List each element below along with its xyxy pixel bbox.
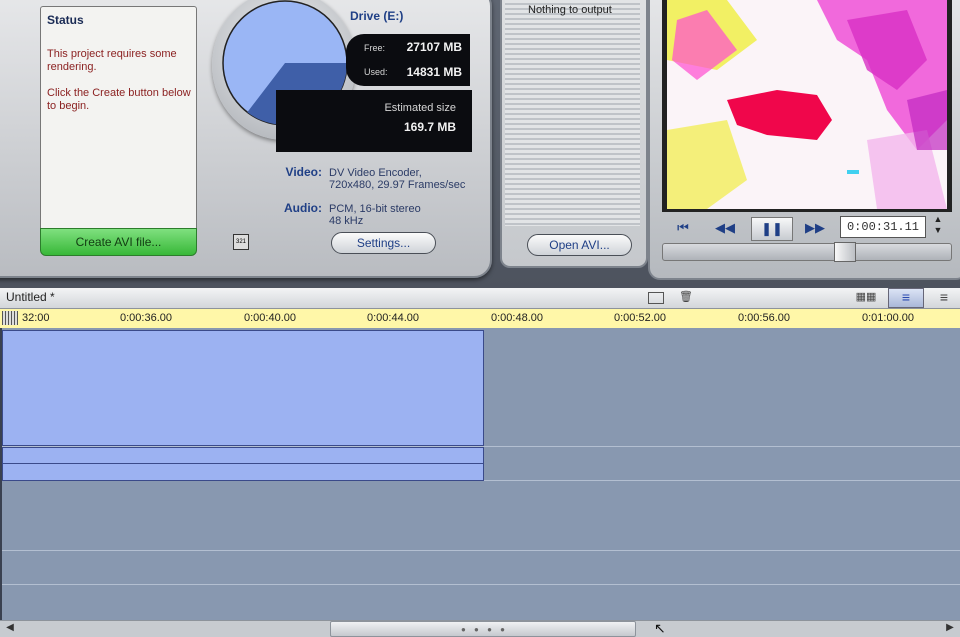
camera-icon[interactable] <box>648 292 664 304</box>
timecode-field[interactable]: 0:00:31.11 <box>840 216 926 238</box>
output-message: Nothing to output <box>528 4 612 16</box>
timeline-toolbar: Untitled * 🗑 ▦▦ ≡ ≡ <box>0 288 960 309</box>
ruler-label: 0:00:52.00 <box>614 312 666 324</box>
chevron-down-icon: ▼ <box>933 225 943 235</box>
video-clip[interactable] <box>2 330 484 446</box>
rewind-button[interactable]: ◀◀ <box>710 218 740 238</box>
status-box: Status This project requires some render… <box>40 6 197 232</box>
estimated-size-label: Estimated size <box>384 102 456 114</box>
ruler-handle-icon <box>2 311 18 325</box>
ruler-label: 0:00:36.00 <box>120 312 172 324</box>
output-list <box>505 0 640 226</box>
video-preview-image <box>667 0 947 209</box>
rewind-icon: ◀◀ <box>715 220 735 235</box>
ruler-label: 0:00:44.00 <box>367 312 419 324</box>
status-message-rendering: This project requires some rendering. <box>47 48 177 73</box>
project-title: Untitled * <box>6 290 55 304</box>
mouse-cursor-icon: ↖ <box>654 620 666 636</box>
audio-value-line1: PCM, 16-bit stereo <box>329 203 421 215</box>
estimated-size-box: Estimated size 169.7 MB <box>276 90 472 152</box>
scrubber-handle[interactable] <box>833 242 856 262</box>
scroll-left-icon[interactable]: ◀ <box>2 621 18 635</box>
ruler-label: 0:00:40.00 <box>244 312 296 324</box>
clapper-icon: 321 <box>233 234 249 250</box>
settings-button[interactable]: Settings... <box>331 232 436 254</box>
estimated-size-value: 169.7 MB <box>403 120 456 134</box>
text-view-icon[interactable]: ≡ <box>932 290 956 304</box>
drive-title: Drive (E:) <box>350 9 404 23</box>
video-value-line2: 720x480, 29.97 Frames/sec <box>329 179 466 191</box>
ruler-label: 0:01:00.00 <box>862 312 914 324</box>
ruler-label: 0:00:48.00 <box>491 312 543 324</box>
open-avi-button[interactable]: Open AVI... <box>527 234 632 256</box>
audio-clip[interactable] <box>2 463 484 481</box>
free-value: 27107 MB <box>406 40 462 54</box>
fast-forward-button[interactable]: ▶▶ <box>800 218 830 238</box>
video-value-line1: DV Video Encoder, <box>329 167 422 179</box>
scroll-right-icon[interactable]: ▶ <box>942 621 958 635</box>
video-label: Video: <box>285 165 322 179</box>
status-message-instruction: Click the Create button below to begin. <box>47 87 191 112</box>
ruler-label: 0:00:56.00 <box>738 312 790 324</box>
audio-label: Audio: <box>284 201 322 215</box>
scrubber-track[interactable] <box>662 243 952 261</box>
pause-button[interactable]: ❚❚ <box>751 217 793 241</box>
create-avi-button[interactable]: Create AVI file... <box>40 228 197 256</box>
timeline-view-icon[interactable]: ≡ <box>888 288 924 308</box>
timecode-stepper[interactable]: ▲ ▼ <box>930 214 946 238</box>
trash-icon[interactable]: 🗑 <box>678 290 694 304</box>
skip-back-button[interactable]: ⏮ <box>668 218 698 238</box>
ruler-label: 32:00 <box>22 312 50 324</box>
skip-back-icon: ⏮ <box>677 220 689 235</box>
chevron-up-icon: ▲ <box>933 214 943 224</box>
audio-value-line2: 48 kHz <box>329 215 364 227</box>
scrollbar-thumb[interactable]: ● ● ● ● <box>330 621 636 637</box>
timeline-ruler[interactable]: 32:00 0:00:36.00 0:00:40.00 0:00:44.00 0… <box>0 309 960 329</box>
fast-forward-icon: ▶▶ <box>805 220 825 235</box>
status-title: Status <box>47 13 84 27</box>
pause-icon: ❚❚ <box>761 221 783 236</box>
used-value: 14831 MB <box>406 65 462 79</box>
drive-readout: Free: 27107 MB Used: 14831 MB <box>346 34 470 86</box>
storyboard-view-icon[interactable]: ▦▦ <box>854 290 878 304</box>
grip-dots-icon: ● ● ● ● <box>461 625 508 634</box>
